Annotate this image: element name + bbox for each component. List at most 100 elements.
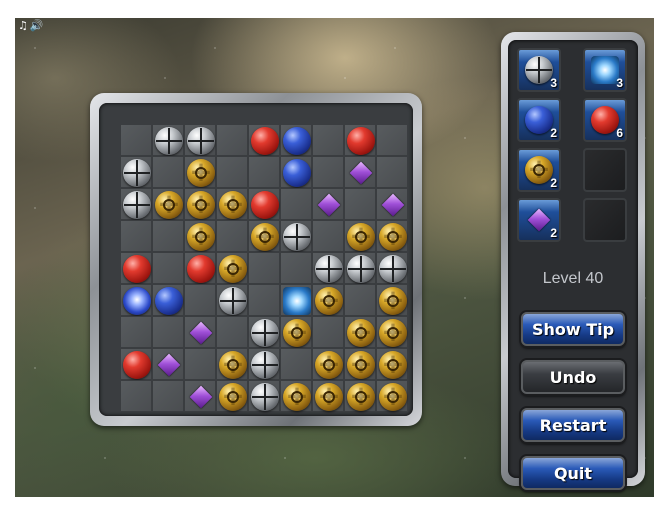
board-cell[interactable]: [312, 316, 344, 348]
board-cell[interactable]: [312, 124, 344, 156]
board-cell[interactable]: [248, 284, 280, 316]
board-cell[interactable]: [184, 124, 216, 156]
board-cell[interactable]: [152, 348, 184, 380]
board-cell[interactable]: [216, 252, 248, 284]
board-cell[interactable]: [344, 124, 376, 156]
board-cell[interactable]: [184, 316, 216, 348]
board-cell[interactable]: [152, 156, 184, 188]
board-cell[interactable]: [120, 316, 152, 348]
board-cell[interactable]: [184, 156, 216, 188]
board-cell[interactable]: [376, 220, 408, 252]
silver-ball-icon: [219, 287, 247, 315]
board-cell[interactable]: [280, 380, 312, 412]
purple-gem-icon: [527, 208, 551, 232]
board-cell[interactable]: [312, 252, 344, 284]
show-tip-button[interactable]: Show Tip: [521, 312, 625, 346]
board-cell[interactable]: [280, 220, 312, 252]
board-cell[interactable]: [120, 156, 152, 188]
board-cell[interactable]: [120, 284, 152, 316]
board-cell[interactable]: [152, 124, 184, 156]
inventory-slot[interactable]: 3: [583, 48, 627, 92]
board-cell[interactable]: [152, 380, 184, 412]
inventory-slot[interactable]: [583, 198, 627, 242]
board-cell[interactable]: [248, 156, 280, 188]
silver-ball-icon: [187, 127, 215, 155]
board-cell[interactable]: [216, 284, 248, 316]
board-cell[interactable]: [312, 188, 344, 220]
board-cell[interactable]: [184, 380, 216, 412]
board-cell[interactable]: [248, 124, 280, 156]
inventory-slot[interactable]: 2: [517, 198, 561, 242]
board-cell[interactable]: [216, 380, 248, 412]
board-cell[interactable]: [120, 188, 152, 220]
board-cell[interactable]: [280, 348, 312, 380]
board-cell[interactable]: [152, 284, 184, 316]
board-cell[interactable]: [152, 316, 184, 348]
quit-button[interactable]: Quit: [521, 456, 625, 490]
board-cell[interactable]: [344, 156, 376, 188]
board-cell[interactable]: [344, 316, 376, 348]
board-cell[interactable]: [152, 188, 184, 220]
inventory-slot[interactable]: 3: [517, 48, 561, 92]
restart-button[interactable]: Restart: [521, 408, 625, 442]
board-cell[interactable]: [312, 284, 344, 316]
board-cell[interactable]: [344, 348, 376, 380]
board-cell[interactable]: [184, 188, 216, 220]
inventory-slot[interactable]: 2: [517, 98, 561, 142]
board-cell[interactable]: [248, 316, 280, 348]
board-cell[interactable]: [184, 348, 216, 380]
board-cell[interactable]: [216, 124, 248, 156]
board-cell[interactable]: [312, 348, 344, 380]
board-cell[interactable]: [344, 220, 376, 252]
board-cell[interactable]: [120, 380, 152, 412]
board-cell[interactable]: [280, 252, 312, 284]
silver-ball-icon: [251, 383, 279, 411]
board-cell[interactable]: [376, 380, 408, 412]
board-cell[interactable]: [152, 220, 184, 252]
music-note-icon[interactable]: ♫: [18, 19, 28, 32]
board-cell[interactable]: [184, 220, 216, 252]
board-cell[interactable]: [312, 156, 344, 188]
board-cell[interactable]: [120, 220, 152, 252]
inventory-slot[interactable]: 6: [583, 98, 627, 142]
board-cell[interactable]: [152, 252, 184, 284]
board-cell[interactable]: [312, 220, 344, 252]
board-cell[interactable]: [280, 284, 312, 316]
board-cell[interactable]: [280, 188, 312, 220]
board-cell[interactable]: [280, 156, 312, 188]
undo-button[interactable]: Undo: [521, 360, 625, 394]
board-cell[interactable]: [376, 348, 408, 380]
board-cell[interactable]: [344, 284, 376, 316]
board-cell[interactable]: [376, 316, 408, 348]
board-cell[interactable]: [248, 348, 280, 380]
board-cell[interactable]: [376, 188, 408, 220]
board-cell[interactable]: [216, 348, 248, 380]
inventory-slot[interactable]: 2: [517, 148, 561, 192]
board-cell[interactable]: [120, 252, 152, 284]
board-cell[interactable]: [376, 124, 408, 156]
board-cell[interactable]: [248, 188, 280, 220]
board-cell[interactable]: [344, 380, 376, 412]
board-cell[interactable]: [248, 220, 280, 252]
board-cell[interactable]: [120, 124, 152, 156]
board-cell[interactable]: [280, 124, 312, 156]
board-cell[interactable]: [376, 284, 408, 316]
board-cell[interactable]: [248, 380, 280, 412]
board-cell[interactable]: [216, 220, 248, 252]
board-cell[interactable]: [376, 156, 408, 188]
board-cell[interactable]: [184, 284, 216, 316]
board-cell[interactable]: [344, 252, 376, 284]
inventory-slot[interactable]: [583, 148, 627, 192]
board-cell[interactable]: [376, 252, 408, 284]
board-cell[interactable]: [216, 188, 248, 220]
board-cell[interactable]: [312, 380, 344, 412]
board-cell[interactable]: [184, 252, 216, 284]
board-cell[interactable]: [216, 316, 248, 348]
board-cell[interactable]: [248, 252, 280, 284]
board-cell[interactable]: [344, 188, 376, 220]
red-ball-icon: [123, 351, 151, 379]
board-cell[interactable]: [280, 316, 312, 348]
board-cell[interactable]: [120, 348, 152, 380]
board-cell[interactable]: [216, 156, 248, 188]
speaker-icon[interactable]: 🔊: [30, 19, 44, 32]
